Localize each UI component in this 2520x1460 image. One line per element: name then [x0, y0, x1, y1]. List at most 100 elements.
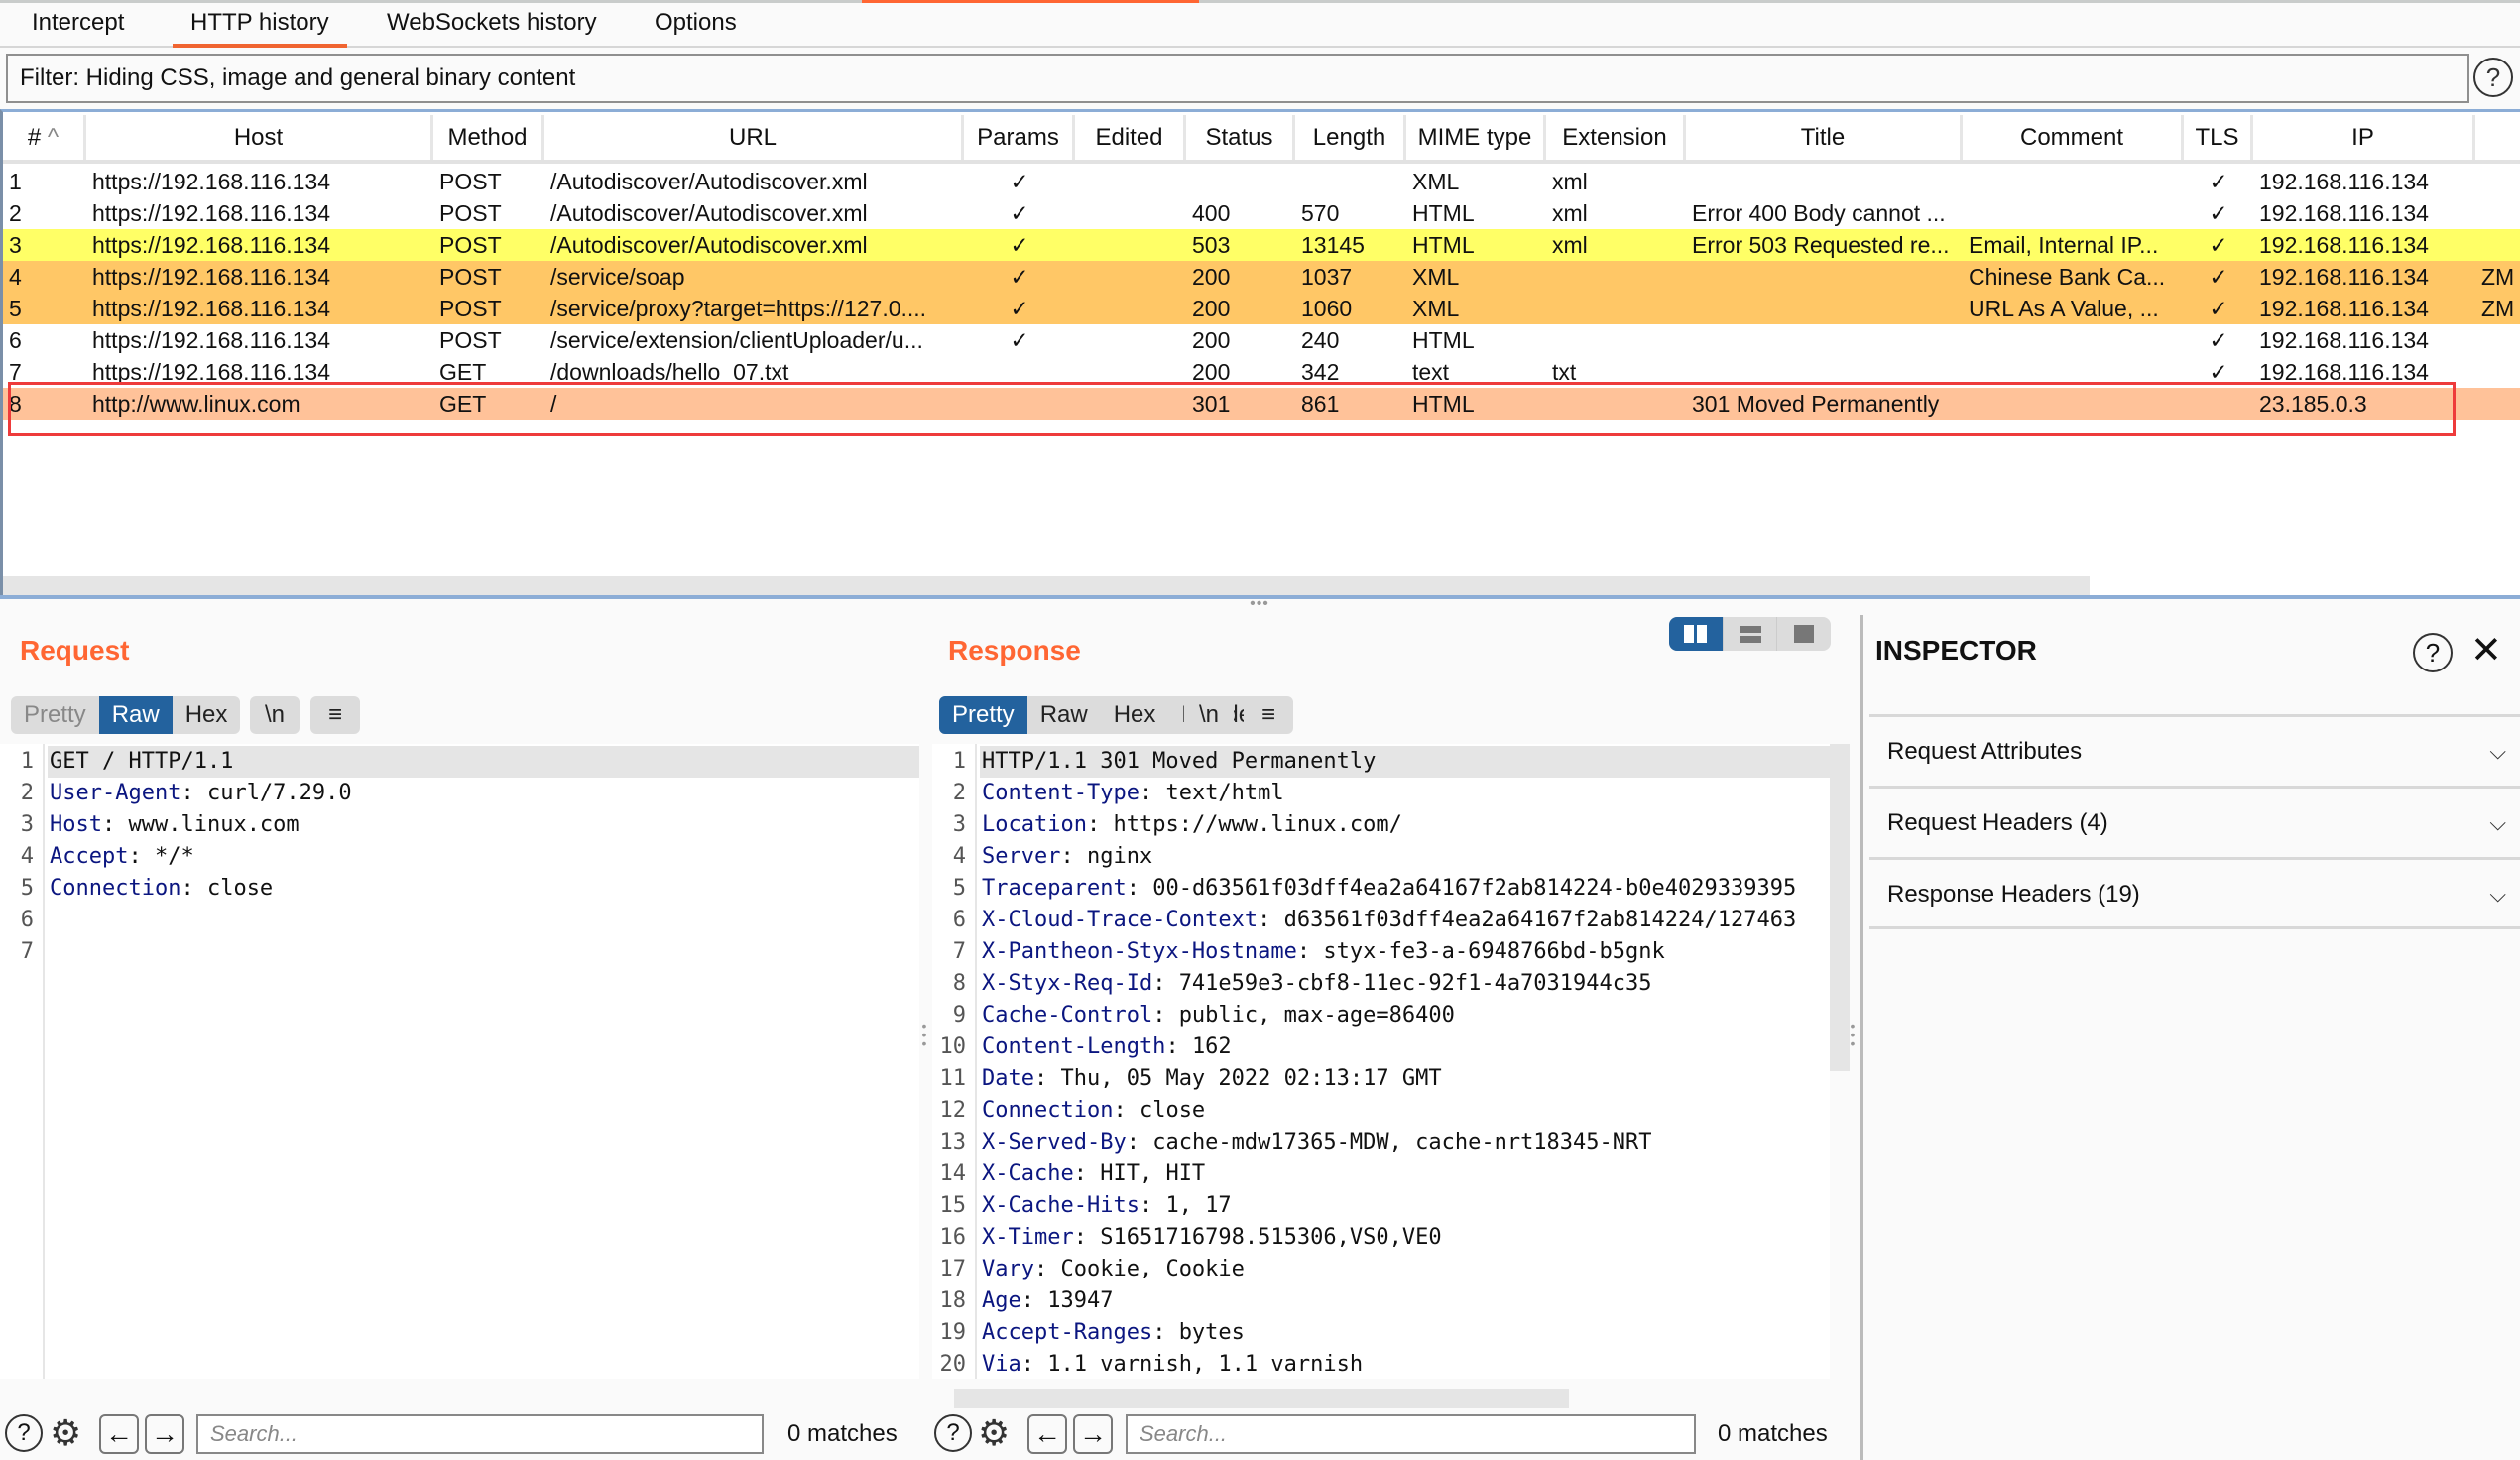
help-icon[interactable]: ? [2473, 58, 2513, 97]
table-row[interactable]: 1 https://192.168.116.134 POST/Autodiscove… [3, 166, 2520, 197]
column-header-extension[interactable]: Extension [1546, 115, 1686, 160]
response-search-input[interactable]: Search... [1126, 1414, 1696, 1454]
column-header-extra[interactable] [2475, 115, 2520, 160]
line-number: 11 [939, 1066, 967, 1091]
code-line: 11 Date: Thu, 05 May 2022 02:13:17 GMT [932, 1063, 1830, 1095]
response-menu-icon[interactable]: ≡ [1244, 696, 1293, 734]
response-tab-hex[interactable]: Hex [1101, 696, 1169, 734]
cell-title: Error 503 Requested re... [1692, 232, 1950, 258]
layout-top-bottom-icon[interactable] [1724, 617, 1778, 651]
arrow-left-icon[interactable]: ← [99, 1414, 139, 1454]
gear-icon[interactable]: ⚙ [978, 1412, 1010, 1454]
table-row[interactable]: 4 https://192.168.116.134 POST/service/soa… [3, 261, 2520, 293]
code-line: 18 Age: 13947 [932, 1285, 1830, 1317]
help-icon[interactable]: ? [934, 1414, 972, 1452]
line-number: 18 [939, 1288, 967, 1313]
request-tab-pretty[interactable]: Pretty [11, 696, 99, 734]
line-number: 15 [939, 1193, 967, 1218]
filter-bar[interactable]: Filter: Hiding CSS, image and general bi… [6, 54, 2469, 103]
request-editor[interactable]: 1 GET / HTTP/1.1 2 User-Agent: curl/7.29.0 3… [0, 744, 919, 1379]
code-line: 6 X-Cloud-Trace-Context: d63561f03dff4ea2… [932, 905, 1830, 936]
cell-title [1686, 166, 1963, 197]
cell-number: 8 [9, 391, 22, 417]
response-match-count: 0 matches [1718, 1420, 1828, 1447]
cell-url: /service/proxy?target=https://127.0.... [550, 296, 927, 321]
horizontal-scrollbar[interactable] [3, 576, 2090, 596]
cell-number: 2 [9, 200, 22, 226]
arrow-left-icon[interactable]: ← [1027, 1414, 1067, 1454]
request-tab-raw[interactable]: Raw [98, 696, 173, 734]
table-row[interactable]: 7 https://192.168.116.134 GET/downloads/he… [3, 356, 2520, 388]
tab-websockets-history[interactable]: WebSockets history [383, 6, 601, 46]
code-text: Connection: close [48, 873, 919, 905]
header-separator: : [1296, 939, 1324, 964]
header-separator: : [1113, 1098, 1140, 1123]
response-tab-raw[interactable]: Raw [1027, 696, 1101, 734]
code-text: X-Timer: S1651716798.515306,VS0,VE0 [980, 1222, 1830, 1254]
code-text: X-Pantheon-Styx-Hostname: styx-fe3-a-694… [980, 936, 1830, 968]
tab-intercept[interactable]: Intercept [28, 6, 128, 46]
vertical-resize-grip-icon[interactable]: • • • [920, 1019, 928, 1050]
tab-options[interactable]: Options [651, 6, 741, 46]
column-header-number[interactable]: # ^ [3, 115, 86, 160]
request-newline-toggle[interactable]: \n [250, 696, 300, 734]
cell-comment [1963, 356, 2184, 388]
table-row[interactable]: 3 https://192.168.116.134 POST/Autodiscove… [3, 229, 2520, 261]
request-match-count: 0 matches [787, 1420, 898, 1447]
column-header-mime-type[interactable]: MIME type [1406, 115, 1546, 160]
arrow-right-icon[interactable]: → [145, 1414, 184, 1454]
cell-ip: 192.168.116.134 [2259, 232, 2429, 258]
column-header-tls[interactable]: TLS [2184, 115, 2253, 160]
code-line: 19 Accept-Ranges: bytes [932, 1317, 1830, 1349]
vertical-resize-grip-icon[interactable]: • • • [1849, 1019, 1857, 1050]
table-row[interactable]: 8 http://www.linux.com GET / 301 861 HTML 301 M… [3, 388, 2520, 420]
layout-side-by-side-icon[interactable] [1669, 617, 1724, 651]
layout-tabs-icon[interactable] [1777, 617, 1831, 651]
column-header-host[interactable]: Host [86, 115, 433, 160]
response-tab-pretty[interactable]: Pretty [939, 696, 1027, 734]
line-number: 7 [952, 939, 966, 964]
cell-ip: 23.185.0.3 [2259, 391, 2367, 417]
response-editor[interactable]: 1 HTTP/1.1 301 Moved Permanently 2 Content-… [932, 744, 1830, 1379]
table-row[interactable]: 6 https://192.168.116.134 POST/service/ext… [3, 324, 2520, 356]
request-search-input[interactable]: Search... [196, 1414, 764, 1454]
line-number: 16 [939, 1225, 967, 1250]
table-row[interactable]: 5 https://192.168.116.134 POST/service/pro… [3, 293, 2520, 324]
cell-tls: ✓ [2209, 232, 2228, 258]
column-header-ip[interactable]: IP [2253, 115, 2475, 160]
response-horizontal-scrollbar[interactable] [954, 1389, 1569, 1408]
request-menu-icon[interactable]: ≡ [310, 696, 360, 734]
table-row[interactable]: 2 https://192.168.116.134 POST/Autodiscove… [3, 197, 2520, 229]
column-header-method[interactable]: Method [433, 115, 544, 160]
inspector-section-request-attributes[interactable]: Request Attributes ⌵ [1869, 714, 2520, 784]
gear-icon[interactable]: ⚙ [50, 1412, 81, 1454]
line-number: 13 [939, 1130, 967, 1155]
help-icon[interactable]: ? [2413, 633, 2453, 672]
response-vertical-scrollbar[interactable] [1830, 744, 1850, 1071]
close-icon[interactable]: ✕ [2470, 629, 2502, 672]
column-header-url[interactable]: URL [544, 115, 964, 160]
cell-ip: 192.168.116.134 [2259, 296, 2429, 321]
column-header-length[interactable]: Length [1295, 115, 1406, 160]
arrow-right-icon[interactable]: → [1073, 1414, 1113, 1454]
header-name: Content-Length [982, 1034, 1166, 1059]
inspector-section-response-headers[interactable]: Response Headers (19) ⌵ [1869, 857, 2520, 929]
cell-comment [1963, 388, 2184, 420]
cell-title: 301 Moved Permanently [1692, 391, 1940, 417]
column-header-title[interactable]: Title [1686, 115, 1963, 160]
cell-extra [2475, 356, 2520, 388]
inspector-section-request-headers[interactable]: Request Headers (4) ⌵ [1869, 786, 2520, 855]
tab-http-history[interactable]: HTTP history [173, 6, 347, 48]
line-number: 4 [20, 844, 34, 869]
help-icon[interactable]: ? [5, 1414, 43, 1452]
column-header-params[interactable]: Params [964, 115, 1075, 160]
column-header-comment[interactable]: Comment [1963, 115, 2184, 160]
header-separator: : [101, 812, 129, 837]
cell-edited [1075, 356, 1186, 388]
request-tab-hex[interactable]: Hex [173, 696, 241, 734]
response-newline-toggle[interactable]: \n [1184, 696, 1234, 734]
column-header-edited[interactable]: Edited [1075, 115, 1186, 160]
resize-grip-icon[interactable]: ••• [1246, 596, 1273, 613]
column-header-status[interactable]: Status [1186, 115, 1295, 160]
header-value: Thu, 05 May 2022 02:13:17 GMT [1060, 1066, 1442, 1091]
